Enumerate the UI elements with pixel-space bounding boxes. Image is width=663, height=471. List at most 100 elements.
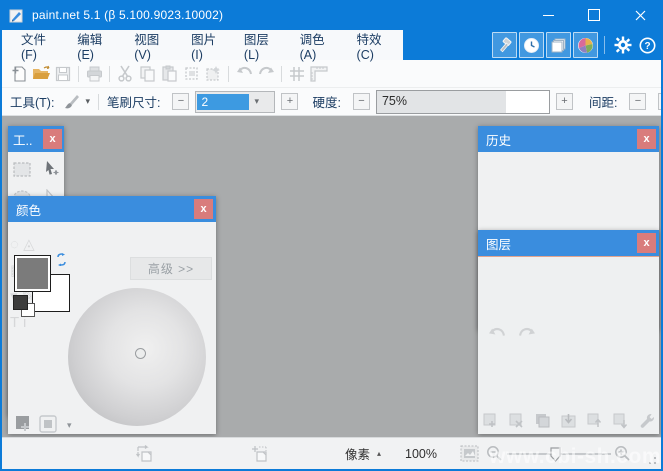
history-panel-close-button[interactable]: x <box>637 129 656 149</box>
layers-panel-titlebar[interactable]: 图层 x <box>478 230 659 257</box>
layers-panel: 图层 x <box>478 230 659 434</box>
zoom-slider-thumb[interactable] <box>550 447 561 462</box>
toggle-history-button[interactable] <box>519 32 544 58</box>
history-panel-titlebar[interactable]: 历史 x <box>478 126 659 152</box>
undo-icon <box>235 66 254 81</box>
toggle-layers-button[interactable] <box>546 32 571 58</box>
unit-label: 像素 <box>345 444 370 463</box>
menu-effects[interactable]: 特效(C) <box>346 30 403 60</box>
swap-colors-icon[interactable] <box>55 253 68 266</box>
save-button[interactable] <box>52 63 74 85</box>
move-layer-down-button[interactable] <box>612 412 629 432</box>
history-panel-title: 历史 <box>486 130 511 149</box>
undo-button[interactable] <box>233 63 255 85</box>
move-selection-tool[interactable] <box>40 157 64 181</box>
crop-button[interactable] <box>180 63 202 85</box>
status-bar: 像素 ▴ 100% <box>2 437 661 469</box>
grid-button[interactable] <box>286 63 308 85</box>
tools-panel-close-button[interactable]: x <box>43 129 62 149</box>
resize-grip[interactable] <box>645 453 658 466</box>
menu-file[interactable]: 文件(F) <box>10 30 66 60</box>
copy-button[interactable] <box>136 63 158 85</box>
menu-adjustments[interactable]: 调色(A) <box>289 30 346 60</box>
paste-button[interactable] <box>158 63 180 85</box>
tool-dropdown-caret[interactable]: ▾ <box>85 96 90 107</box>
brush-size-increase-button[interactable]: + <box>281 93 298 110</box>
colors-panel: 颜色 x ◌ ◬▩ ◈▾ ✎T i 高级 >> <box>8 196 216 434</box>
hardness-label: 硬度: <box>312 92 340 111</box>
tools-panel-title: 工.. <box>13 130 32 149</box>
colors-panel-titlebar[interactable]: 颜色 x <box>8 196 216 222</box>
deselect-button[interactable] <box>202 63 224 85</box>
menu-image[interactable]: 图片(I) <box>180 30 233 60</box>
window-title: paint.net 5.1 (β 5.100.9023.10002) <box>32 8 223 22</box>
toolbar-separator <box>109 66 110 82</box>
toggle-tools-button[interactable] <box>492 32 517 58</box>
palette-options-button[interactable] <box>39 415 57 436</box>
wrench-icon <box>638 412 655 429</box>
crop-icon <box>183 65 200 82</box>
new-file-button[interactable] <box>8 63 30 85</box>
reset-colors-swatches[interactable] <box>13 295 35 317</box>
brush-size-value: 2 <box>197 94 249 110</box>
hardness-slider-input[interactable]: 75% <box>376 90 550 114</box>
layer-properties-button[interactable] <box>638 412 655 432</box>
print-button[interactable] <box>83 63 105 85</box>
primary-color-swatch[interactable] <box>14 255 51 292</box>
zoom-out-button[interactable] <box>486 438 503 469</box>
utility-separator <box>604 36 605 54</box>
maximize-button[interactable] <box>571 0 617 30</box>
zoom-in-button[interactable] <box>614 438 631 469</box>
title-bar[interactable]: paint.net 5.1 (β 5.100.9023.10002) <box>0 0 663 30</box>
menu-view[interactable]: 视图(V) <box>123 30 180 60</box>
unit-selector[interactable]: 像素 ▴ <box>345 438 381 469</box>
print-icon <box>86 66 103 82</box>
settings-button[interactable] <box>611 33 634 57</box>
move-layer-up-button[interactable] <box>586 412 603 432</box>
advanced-colors-button[interactable]: 高级 >> <box>130 257 212 280</box>
toolbar-separator <box>98 94 99 110</box>
redo-button[interactable] <box>255 63 277 85</box>
layers-panel-close-button[interactable]: x <box>637 233 656 253</box>
toggle-colors-button[interactable] <box>573 32 598 58</box>
menu-edit[interactable]: 编辑(E) <box>66 30 123 60</box>
zoom-out-icon <box>486 445 503 462</box>
zoom-value: 100% <box>405 447 437 461</box>
hardness-increase-button[interactable]: + <box>556 93 573 110</box>
cut-button[interactable] <box>114 63 136 85</box>
merge-layer-down-button[interactable] <box>560 412 577 432</box>
toolbar-separator <box>228 66 229 82</box>
rectangle-select-tool[interactable] <box>10 157 34 181</box>
image-size-indicator <box>135 438 154 469</box>
add-to-palette-button[interactable] <box>15 415 33 436</box>
open-file-button[interactable] <box>30 63 52 85</box>
menu-layers[interactable]: 图层(L) <box>233 30 289 60</box>
color-wheel-selector[interactable] <box>135 348 146 359</box>
zoom-level[interactable]: 100% <box>405 438 437 469</box>
copy-icon <box>139 65 156 82</box>
hardness-decrease-button[interactable]: − <box>353 93 370 110</box>
ruler-button[interactable] <box>308 63 330 85</box>
save-floppy-icon <box>55 66 71 82</box>
layers-panel-title: 图层 <box>486 234 511 253</box>
ghost-history-buttons <box>486 327 538 343</box>
tool-options-bar: 工具(T): ▾ 笔刷尺寸: − 2 ▾ + 硬度: − 75% + 间距: −… <box>2 88 661 116</box>
minimize-button[interactable] <box>525 0 571 30</box>
tools-panel-titlebar[interactable]: 工.. x <box>8 126 64 152</box>
zoom-to-window-button[interactable] <box>460 438 479 469</box>
current-tool-button[interactable] <box>60 91 82 113</box>
cursor-position-indicator <box>250 438 269 469</box>
colors-panel-close-button[interactable]: x <box>194 199 213 219</box>
duplicate-layer-button[interactable] <box>534 412 551 432</box>
open-folder-icon <box>32 65 51 82</box>
spacing-decrease-button[interactable]: − <box>629 93 646 110</box>
help-button[interactable]: ? <box>636 33 659 57</box>
brush-size-decrease-button[interactable]: − <box>172 93 189 110</box>
delete-layer-button[interactable] <box>508 412 525 432</box>
palette-dropdown-caret[interactable]: ▾ <box>67 420 72 431</box>
add-layer-button[interactable] <box>482 412 499 432</box>
brush-size-combobox[interactable]: 2 ▾ <box>195 91 275 113</box>
layers-list[interactable] <box>478 257 659 407</box>
redo-ghost-icon <box>516 327 538 343</box>
close-button[interactable] <box>617 0 663 30</box>
